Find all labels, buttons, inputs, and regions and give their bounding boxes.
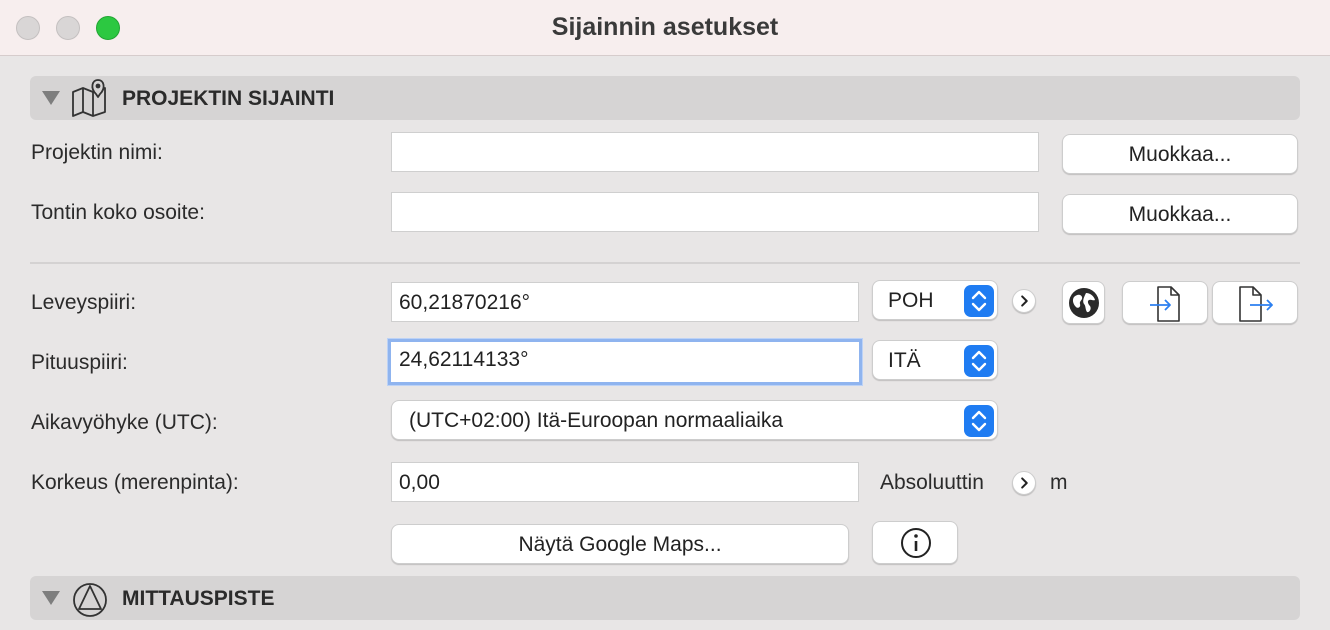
project-name-label: Projektin nimi: <box>31 141 163 164</box>
updown-chevron-icon <box>964 345 994 377</box>
elevation-reference-chevron-icon[interactable] <box>1012 471 1036 495</box>
globe-button[interactable] <box>1062 281 1105 324</box>
latitude-direction-select[interactable]: POH <box>872 280 998 320</box>
elevation-unit-label: m <box>1050 471 1068 494</box>
latitude-field[interactable]: 60,21870216° <box>391 282 859 322</box>
longitude-field[interactable]: 24,62114133° <box>388 339 862 385</box>
longitude-direction-select[interactable]: ITÄ <box>872 340 998 380</box>
export-file-icon <box>1239 286 1273 322</box>
import-file-icon <box>1150 286 1180 322</box>
divider <box>30 262 1300 264</box>
elevation-field[interactable]: 0,00 <box>391 462 859 502</box>
longitude-label: Pituuspiiri: <box>31 351 128 374</box>
import-location-button[interactable] <box>1122 281 1208 324</box>
edit-site-address-button[interactable]: Muokkaa... <box>1062 194 1298 234</box>
disclosure-triangle-icon[interactable] <box>42 91 60 105</box>
window-title: Sijainnin asetukset <box>551 13 779 41</box>
section-title: PROJEKTIN SIJAINTI <box>122 87 335 110</box>
longitude-direction-value: ITÄ <box>888 349 921 372</box>
latitude-label: Leveyspiiri: <box>31 291 137 314</box>
updown-chevron-icon <box>964 285 994 317</box>
show-google-maps-button[interactable]: Näytä Google Maps... <box>391 524 849 564</box>
project-name-field[interactable] <box>391 132 1039 172</box>
section-header-project-location[interactable]: PROJEKTIN SIJAINTI <box>30 76 1300 120</box>
latitude-format-chevron-icon[interactable] <box>1012 289 1036 313</box>
info-icon <box>901 528 931 558</box>
map-pin-icon <box>72 79 106 117</box>
globe-icon <box>1069 288 1099 318</box>
section-title: MITTAUSPISTE <box>122 587 275 610</box>
survey-point-icon <box>73 583 107 617</box>
elevation-label: Korkeus (merenpinta): <box>31 471 239 494</box>
title-bar: Sijainnin asetukset <box>0 0 1330 56</box>
latitude-direction-value: POH <box>888 289 934 312</box>
section-header-survey-point[interactable]: MITTAUSPISTE <box>30 576 1300 620</box>
timezone-label: Aikavyöhyke (UTC): <box>31 411 218 434</box>
export-location-button[interactable] <box>1212 281 1298 324</box>
updown-chevron-icon <box>964 405 994 437</box>
site-address-label: Tontin koko osoite: <box>31 201 205 224</box>
timezone-value: (UTC+02:00) Itä-Euroopan normaaliaika <box>409 409 784 432</box>
site-address-field[interactable] <box>391 192 1039 232</box>
edit-project-name-button[interactable]: Muokkaa... <box>1062 134 1298 174</box>
disclosure-triangle-icon[interactable] <box>42 591 60 605</box>
timezone-select[interactable]: (UTC+02:00) Itä-Euroopan normaaliaika <box>391 400 998 440</box>
elevation-reference-label: Absoluuttin <box>880 471 984 494</box>
info-button[interactable] <box>872 521 958 564</box>
